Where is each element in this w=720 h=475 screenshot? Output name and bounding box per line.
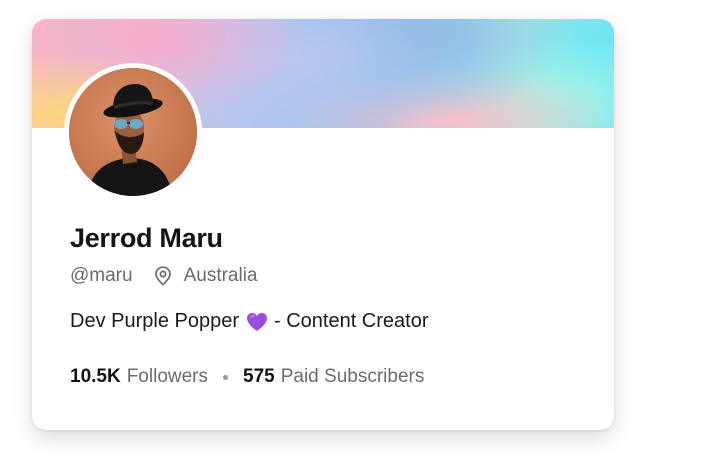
profile-stats: 10.5K Followers 575 Paid Subscribers — [70, 366, 424, 388]
avatar[interactable] — [69, 68, 197, 196]
subscribers-stat[interactable]: 575 Paid Subscribers — [243, 366, 424, 388]
followers-stat[interactable]: 10.5K Followers — [70, 366, 208, 388]
profile-card: Jerrod Maru @maru Australia Dev Purple P… — [32, 19, 614, 430]
subscribers-label: Paid Subscribers — [280, 366, 425, 387]
profile-name: Jerrod Maru — [70, 223, 223, 253]
purple-heart-icon — [246, 312, 268, 332]
profile-handle[interactable]: @maru — [70, 265, 133, 287]
dot-separator — [223, 374, 229, 380]
bio-text-end: - Content Creator — [273, 310, 429, 332]
avatar-photo — [69, 68, 197, 196]
profile-meta: @maru Australia — [70, 264, 258, 288]
profile-bio: Dev Purple Popper - Content Creator — [70, 310, 429, 333]
followers-count: 10.5K — [70, 366, 121, 387]
map-pin-icon — [154, 266, 172, 286]
bio-text-start: Dev Purple Popper — [70, 310, 239, 332]
avatar-ring — [64, 63, 202, 201]
profile-location: Australia — [183, 265, 258, 286]
followers-label: Followers — [126, 366, 209, 387]
subscribers-count: 575 — [243, 366, 275, 387]
